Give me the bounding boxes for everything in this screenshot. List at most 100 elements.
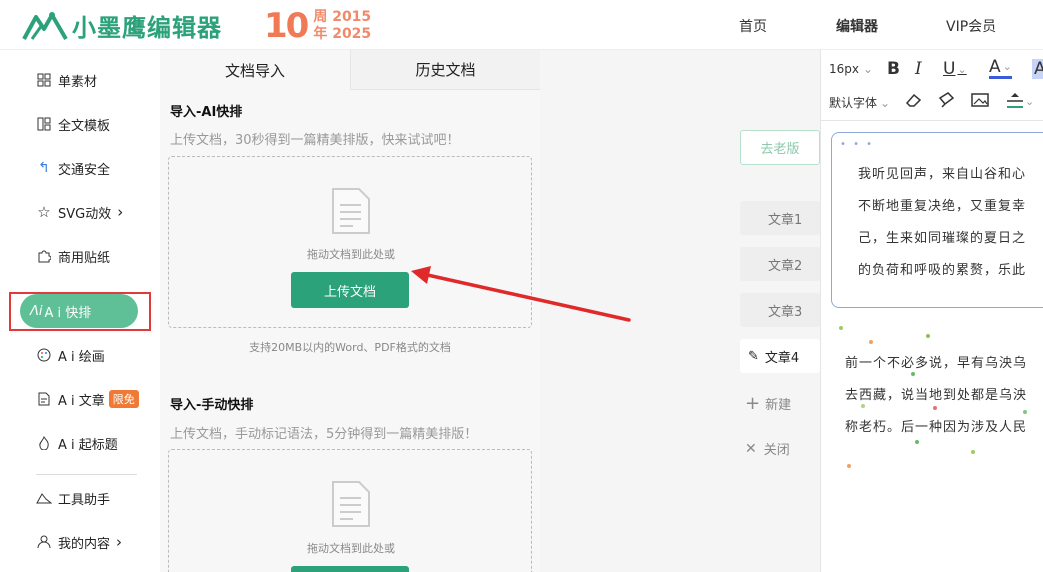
selected-text-block[interactable]: • • • 我听见回声，来自山谷和心 不断地重复决绝，又重复幸 己，生来如同璀璨…	[831, 132, 1043, 308]
sidebar: 单素材 全文模板 ↰ 交通安全 ☆ SVG动效 › 商用贴纸 Λi A i 快排…	[0, 50, 160, 572]
sidebar-item-label: 工具助手	[58, 492, 111, 508]
sidebar-item-commercial-sticker[interactable]: 商用贴纸	[36, 245, 110, 267]
block-text-line: 不断地重复决绝，又重复幸	[858, 199, 1027, 214]
confetti-decoration	[933, 406, 937, 410]
nav-editor[interactable]: 编辑器	[836, 16, 878, 36]
sidebar-divider	[36, 474, 137, 475]
sidebar-item-label: A i 起标题	[58, 437, 118, 453]
font-color-button[interactable]: A ⌄	[989, 58, 1012, 79]
red-arrow-annotation	[411, 266, 631, 322]
article-tab-4[interactable]: ✎ 文章4	[740, 339, 820, 373]
sidebar-item-label: 我的内容	[58, 536, 111, 552]
body-text-line: 去西藏，说当地到处都是乌泱	[845, 388, 1028, 403]
manual-dropzone[interactable]: 拖动文档到此处或	[168, 449, 532, 572]
grid-icon	[36, 72, 52, 88]
sidebar-item-label: 全文模板	[58, 118, 111, 134]
sidebar-item-tools[interactable]: 工具助手	[36, 487, 110, 509]
tools-icon	[36, 490, 52, 506]
close-label: 关闭	[763, 443, 790, 458]
drag-handle-icon[interactable]: • • •	[840, 139, 874, 150]
chevron-down-icon: ⌄	[863, 62, 874, 76]
sidebar-item-label: 商用贴纸	[58, 250, 111, 266]
eagle-logo-icon	[22, 11, 68, 40]
confetti-decoration	[926, 334, 930, 338]
editor-panel: 16px ⌄ B I U ⌄ A ⌄ A 默认字体 ⌄ ⌄ • • • 我听见回声，…	[820, 50, 1043, 572]
anniversary-number: 10	[264, 6, 309, 46]
confetti-decoration	[839, 326, 843, 330]
chevron-down-icon: ⌄	[880, 95, 891, 110]
font-size-value: 16px	[829, 62, 859, 76]
highlight-color-button[interactable]: A	[1032, 59, 1043, 79]
sidebar-item-ai-layout[interactable]: Λi A i 快排	[20, 294, 138, 328]
close-icon: ✕	[745, 440, 757, 457]
support-note: 支持20MB以内的Word、PDF格式的文档	[249, 341, 451, 354]
chevron-down-icon: ⌄	[1002, 60, 1012, 73]
brand-logo[interactable]: 小墨鹰编辑器	[22, 8, 222, 43]
ai-import-desc: 上传文档，30秒得到一篇精美排版，快来试试吧！	[170, 133, 460, 148]
image-icon[interactable]	[971, 92, 989, 108]
edit-icon: ✎	[748, 348, 759, 364]
tab-document-import[interactable]: 文档导入	[160, 50, 350, 90]
user-icon	[36, 534, 52, 550]
body-text-line: 称老朽。后一种因为涉及人民	[845, 420, 1028, 435]
sidebar-item-label: A i 文章	[58, 393, 105, 409]
ai-icon: Λi	[30, 303, 43, 319]
sidebar-item-label: 单素材	[58, 74, 98, 90]
sidebar-item-my-content[interactable]: 我的内容 ›	[36, 531, 122, 553]
body-text-line: 前一个不必多说，早有乌泱乌	[845, 356, 1028, 371]
drop-hint: 拖动文档到此处或	[307, 542, 395, 555]
tab-history-documents[interactable]: 历史文档	[350, 50, 540, 90]
sidebar-item-label: A i 快排	[44, 305, 92, 321]
font-family-select[interactable]: 默认字体 ⌄	[829, 94, 890, 111]
chevron-down-icon: ⌄	[957, 62, 967, 76]
line-spacing-icon[interactable]: ⌄	[1005, 92, 1034, 110]
bold-button[interactable]: B	[887, 59, 900, 79]
confetti-decoration	[971, 450, 975, 454]
close-article-button[interactable]: ✕ 关闭	[745, 439, 790, 459]
sidebar-item-ai-drawing[interactable]: A i 绘画	[36, 344, 105, 366]
article-tab-label: 文章4	[764, 350, 800, 366]
new-label: 新建	[765, 398, 792, 413]
article-tab-3[interactable]: 文章3	[740, 293, 820, 327]
doc-edit-icon	[36, 391, 52, 407]
new-article-button[interactable]: + 新建	[745, 393, 791, 414]
font-family-value: 默认字体	[829, 96, 878, 110]
star-icon: ☆	[37, 203, 51, 221]
nav-home[interactable]: 首页	[739, 16, 767, 36]
fire-icon	[36, 435, 52, 451]
drop-hint: 拖动文档到此处或	[307, 248, 395, 261]
manual-upload-button[interactable]	[291, 566, 409, 572]
sidebar-item-ai-article[interactable]: A i 文章 限免	[36, 388, 139, 410]
block-text-line: 己，生来如同璀璨的夏日之	[858, 231, 1027, 246]
sidebar-item-traffic-safety[interactable]: ↰ 交通安全	[36, 157, 110, 179]
article-tab-1[interactable]: 文章1	[740, 201, 820, 235]
eraser-icon[interactable]	[905, 92, 923, 108]
article-tab-2[interactable]: 文章2	[740, 247, 820, 281]
font-size-select[interactable]: 16px ⌄	[829, 62, 873, 76]
anniversary-badge: 10 周 2015 年 2025	[264, 6, 371, 46]
sidebar-item-svg-motion[interactable]: ☆ SVG动效 ›	[36, 201, 123, 223]
block-text-line: 我听见回声，来自山谷和心	[858, 167, 1027, 182]
toolbar-divider	[821, 120, 1043, 121]
confetti-decoration	[911, 372, 915, 376]
nav-vip[interactable]: VIP会员	[946, 16, 996, 36]
sidebar-item-label: A i 绘画	[58, 349, 105, 365]
sidebar-item-single-material[interactable]: 单素材	[36, 69, 97, 91]
upload-document-button[interactable]: 上传文档	[291, 272, 409, 308]
format-brush-icon[interactable]	[937, 92, 955, 108]
underline-button[interactable]: U ⌄	[943, 59, 967, 79]
sidebar-item-label: SVG动效	[58, 206, 112, 222]
italic-button[interactable]: I	[915, 59, 922, 79]
arrow-up-left-icon: ↰	[38, 160, 50, 176]
document-icon	[332, 188, 370, 234]
confetti-decoration	[869, 340, 873, 344]
sidebar-item-full-template[interactable]: 全文模板	[36, 113, 110, 135]
sidebar-item-ai-title[interactable]: A i 起标题	[36, 432, 118, 454]
manual-import-desc: 上传文档，手动标记语法，5分钟得到一篇精美排版！	[170, 427, 478, 442]
chevron-right-icon: ›	[117, 203, 124, 221]
free-badge: 限免	[108, 390, 139, 408]
old-version-button[interactable]: 去老版	[740, 130, 820, 165]
anniversary-line1: 周 2015	[313, 9, 372, 25]
ai-import-title: 导入-AI快排	[170, 105, 243, 120]
confetti-decoration	[861, 404, 865, 408]
